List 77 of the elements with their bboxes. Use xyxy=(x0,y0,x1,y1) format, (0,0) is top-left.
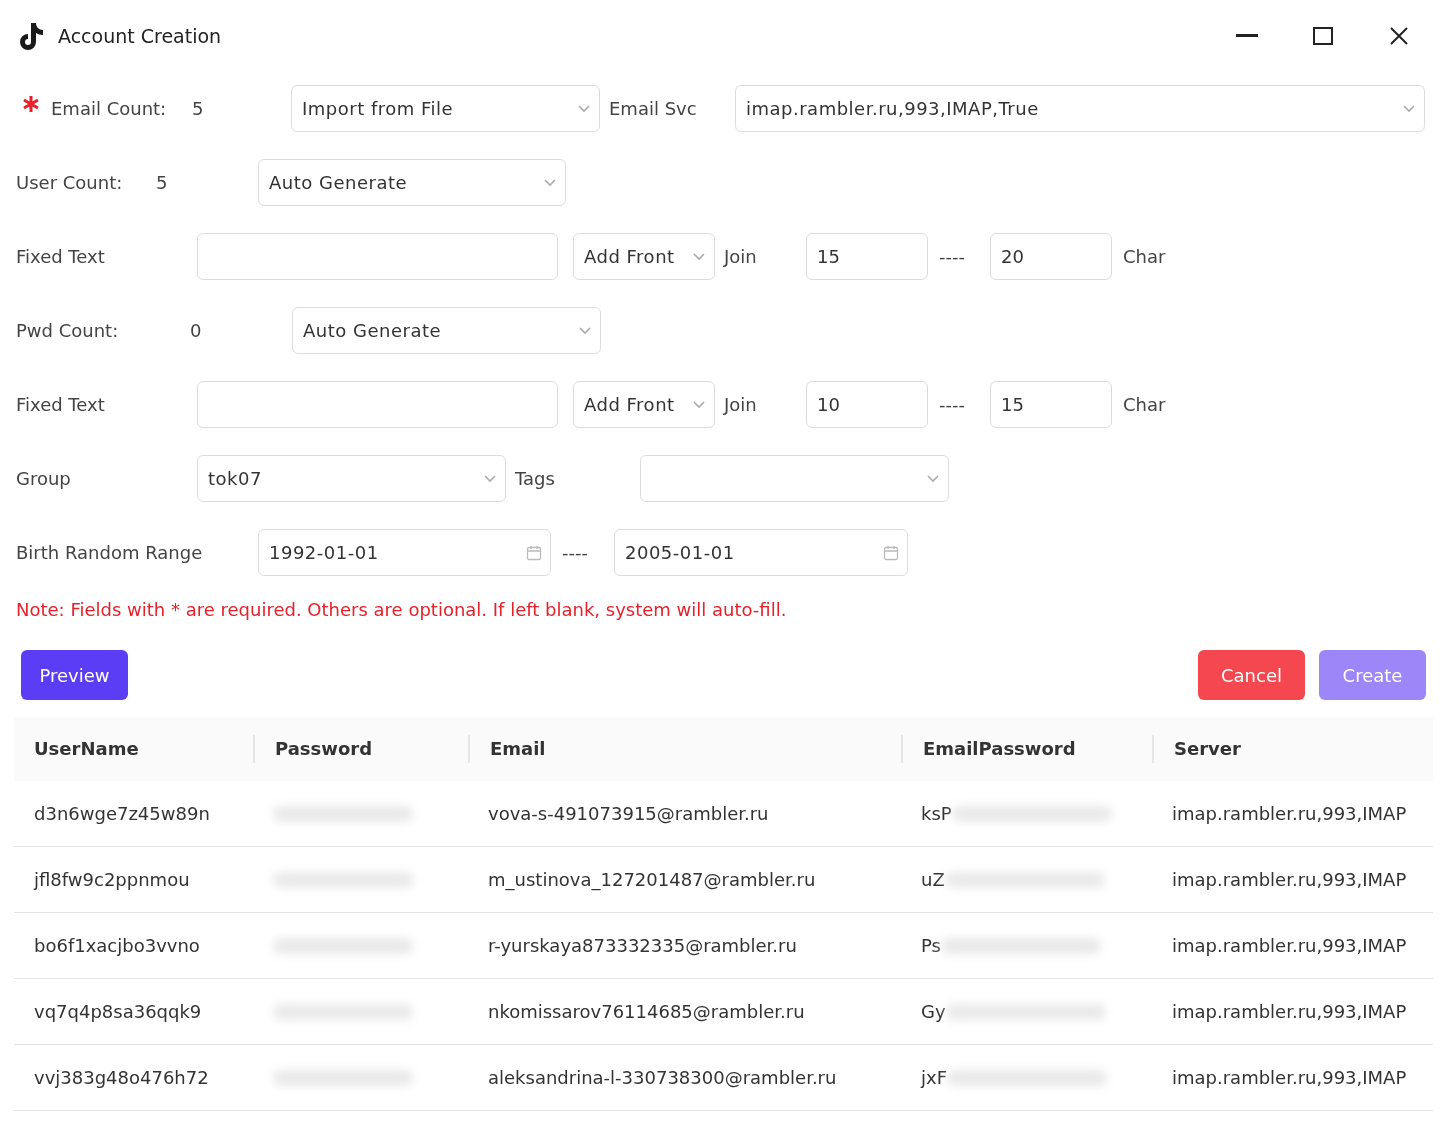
field-label: User Count: xyxy=(16,172,124,193)
table-cell-text: d3n6wge7z45w89n xyxy=(33,803,211,824)
table-cell-text: aleksandrina-l-330738300@rambler.ru xyxy=(487,1067,838,1088)
dropdown[interactable]: Import from File xyxy=(291,85,600,132)
table-cell: Ps xyxy=(921,935,941,956)
input-field[interactable]: 10 xyxy=(806,381,928,428)
dropdown[interactable]: tok07 xyxy=(197,455,506,502)
field-label: Email Count: xyxy=(51,98,168,119)
field-label: Join xyxy=(724,394,758,415)
minimize-icon[interactable] xyxy=(1236,34,1258,38)
table-cell: uZ xyxy=(921,869,945,890)
date-field[interactable]: 1992-01-01 xyxy=(258,529,551,576)
note-text: Note: Fields with * are required. Others are optional. If left blank, system will auto-fill. xyxy=(15,598,788,620)
table-cell-text: imap.rambler.ru,993,IMAP xyxy=(1171,1067,1408,1088)
field-label: Fixed Text xyxy=(16,394,106,415)
column-header[interactable]: Server xyxy=(1152,735,1433,763)
separator-text: ---- xyxy=(939,394,966,415)
window-title: Account Creation xyxy=(58,25,223,47)
table-cell: ksP xyxy=(921,803,952,824)
chevron-down-icon xyxy=(926,474,940,483)
table-cell-text: vvj383g48o476h72 xyxy=(33,1067,210,1088)
input-field[interactable]: 15 xyxy=(806,233,928,280)
field-label: Email Svc xyxy=(609,98,698,119)
table-cell-text: r-yurskaya873332335@rambler.ru xyxy=(487,935,798,956)
close-icon[interactable] xyxy=(1390,27,1408,45)
column-header[interactable]: EmailPassword xyxy=(901,735,1152,763)
field-label: Char xyxy=(1123,394,1167,415)
input-field[interactable]: 15 xyxy=(990,381,1112,428)
separator-text: ---- xyxy=(562,542,589,563)
input-field[interactable]: 20 xyxy=(990,233,1112,280)
action-button[interactable]: Preview xyxy=(21,650,128,700)
table-cell-text: imap.rambler.ru,993,IMAP xyxy=(1171,935,1408,956)
table-cell: jxF xyxy=(921,1067,947,1088)
dropdown[interactable]: Auto Generate xyxy=(292,307,601,354)
separator-text: ---- xyxy=(939,246,966,267)
chevron-down-icon xyxy=(483,474,497,483)
column-header[interactable]: Email xyxy=(468,735,901,763)
field-label: Join xyxy=(724,246,758,267)
table-cell-text: imap.rambler.ru,993,IMAP xyxy=(1171,803,1408,824)
input-field[interactable] xyxy=(197,233,558,280)
table-cell-text: imap.rambler.ru,993,IMAP xyxy=(1171,1001,1408,1022)
dropdown[interactable]: Auto Generate xyxy=(258,159,566,206)
table-cell-text: bo6f1xacjbo3vvno xyxy=(33,935,201,956)
field-label: Tags xyxy=(515,468,556,489)
field-label: Group xyxy=(16,468,72,489)
input-field[interactable] xyxy=(197,381,558,428)
field-label: Pwd Count: xyxy=(16,320,120,341)
column-header[interactable]: UserName xyxy=(14,735,253,763)
table-cell-text: m_ustinova_127201487@rambler.ru xyxy=(487,869,817,890)
chevron-down-icon xyxy=(578,326,592,335)
column-header[interactable]: Password xyxy=(253,735,468,763)
chevron-down-icon xyxy=(692,400,706,409)
date-field[interactable]: 2005-01-01 xyxy=(614,529,908,576)
music-note-icon xyxy=(18,22,44,50)
cancel-button[interactable]: Cancel xyxy=(1198,650,1305,700)
count-value: 0 xyxy=(190,320,203,341)
chevron-down-icon xyxy=(1402,104,1416,113)
count-value: 5 xyxy=(156,172,169,193)
dropdown[interactable]: imap.rambler.ru,993,IMAP,True xyxy=(735,85,1425,132)
dropdown[interactable]: Add Front xyxy=(573,381,715,428)
calendar-icon xyxy=(526,544,542,561)
count-value: 5 xyxy=(192,98,205,119)
chevron-down-icon xyxy=(577,104,591,113)
table-cell-text: vq7q4p8sa36qqk9 xyxy=(33,1001,203,1022)
maximize-icon[interactable] xyxy=(1313,27,1333,45)
chevron-down-icon xyxy=(692,252,706,261)
table-cell-text: nkomissarov76114685@rambler.ru xyxy=(487,1001,806,1022)
table-cell-text: vova-s-491073915@rambler.ru xyxy=(487,803,770,824)
table-cell: Gy xyxy=(921,1001,946,1022)
table-cell-text: imap.rambler.ru,993,IMAP xyxy=(1171,869,1408,890)
field-label: Birth Random Range xyxy=(16,542,204,563)
field-label: Fixed Text xyxy=(16,246,106,267)
calendar-icon xyxy=(883,544,899,561)
field-label: Char xyxy=(1123,246,1167,267)
table-cell-text: jfl8fw9c2ppnmou xyxy=(32,869,191,890)
dropdown[interactable]: Add Front xyxy=(573,233,715,280)
chevron-down-icon xyxy=(543,178,557,187)
